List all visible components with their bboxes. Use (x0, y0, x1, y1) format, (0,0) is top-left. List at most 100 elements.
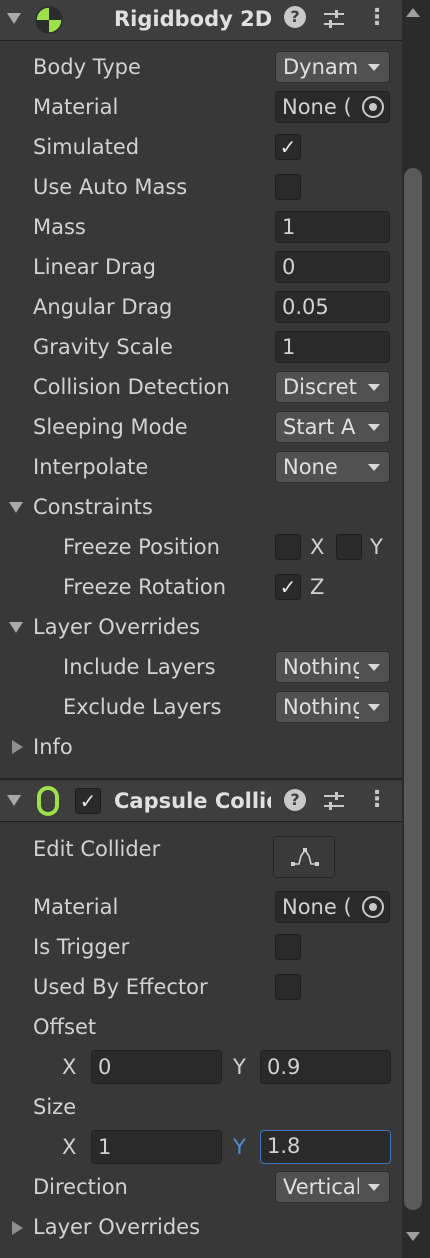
row-mass: Mass 1 (0, 208, 400, 248)
size-y-field[interactable]: 1.8 (260, 1130, 391, 1164)
more-options-icon[interactable]: ⋮ (366, 5, 388, 30)
info-foldout-arrow[interactable] (12, 740, 23, 754)
scrollbar-thumb[interactable] (404, 168, 422, 1210)
size-x-label[interactable]: X (62, 1135, 76, 1159)
row-capsule-layer-overrides[interactable]: Layer Overrides (0, 1208, 400, 1248)
material-value: None ( (282, 95, 352, 119)
capsule-material-object-field[interactable]: None ( (275, 891, 390, 923)
row-freeze-position: Freeze Position X Y (0, 528, 400, 568)
scrollbar-down-arrow[interactable] (406, 1232, 420, 1241)
mass-field[interactable]: 1 (275, 211, 390, 243)
row-info[interactable]: Info (0, 728, 400, 768)
edit-collider-button[interactable] (273, 836, 335, 878)
offset-x-label[interactable]: X (62, 1055, 76, 1079)
chevron-down-icon (359, 412, 389, 442)
freeze-position-label: Freeze Position (63, 535, 220, 559)
constraints-label: Constraints (33, 495, 153, 519)
row-edit-collider: Edit Collider (0, 830, 400, 880)
angular-drag-label: Angular Drag (33, 295, 173, 319)
layer-overrides-foldout-arrow[interactable] (9, 622, 23, 633)
interpolate-dropdown[interactable]: None (275, 451, 390, 483)
capsule-enabled-checkbox[interactable]: ✓ (75, 788, 101, 814)
edit-collider-icon (291, 848, 319, 866)
freeze-rotation-z-checkbox[interactable]: ✓ (275, 574, 301, 600)
rigidbody-title: Rigidbody 2D (114, 7, 273, 31)
object-picker-icon[interactable] (357, 892, 389, 922)
row-layer-overrides[interactable]: Layer Overrides (0, 608, 400, 648)
exclude-layers-label: Exclude Layers (63, 695, 222, 719)
freeze-position-x-label: X (310, 535, 325, 559)
row-offset: Offset (0, 1008, 400, 1048)
row-constraints[interactable]: Constraints (0, 488, 400, 528)
size-y-label[interactable]: Y (233, 1135, 246, 1159)
material-object-field[interactable]: None ( (275, 91, 390, 123)
gravity-scale-label: Gravity Scale (33, 335, 173, 359)
used-by-effector-checkbox[interactable] (275, 974, 301, 1000)
offset-y-field[interactable]: 0.9 (260, 1050, 391, 1084)
chevron-down-icon (359, 452, 389, 482)
exclude-layers-dropdown[interactable]: Nothing (275, 691, 390, 723)
simulated-label: Simulated (33, 135, 140, 159)
is-trigger-checkbox[interactable] (275, 934, 301, 960)
sliders-icon[interactable] (322, 789, 346, 813)
mass-label: Mass (33, 215, 86, 239)
use-auto-mass-label: Use Auto Mass (33, 175, 188, 199)
body-type-value: Dynam (283, 55, 359, 79)
constraints-foldout-arrow[interactable] (9, 502, 23, 513)
linear-drag-field[interactable]: 0 (275, 251, 390, 283)
direction-label: Direction (33, 1175, 128, 1199)
sleeping-mode-value: Start A (283, 415, 356, 439)
capsule-collider-title: Capsule Collider 2D (114, 789, 271, 813)
object-picker-icon[interactable] (357, 92, 389, 122)
row-size: Size (0, 1088, 400, 1128)
row-use-auto-mass: Use Auto Mass (0, 168, 400, 208)
gravity-scale-field[interactable]: 1 (275, 331, 390, 363)
exclude-layers-value: Nothing (283, 695, 366, 719)
edit-collider-label: Edit Collider (33, 837, 161, 861)
angular-drag-field[interactable]: 0.05 (275, 291, 390, 323)
row-angular-drag: Angular Drag 0.05 (0, 288, 400, 328)
collision-detection-dropdown[interactable]: Discret (275, 371, 390, 403)
use-auto-mass-checkbox[interactable] (275, 174, 301, 200)
row-freeze-rotation: Freeze Rotation ✓ Z (0, 568, 400, 608)
offset-x-field[interactable]: 0 (91, 1050, 222, 1084)
include-layers-value: Nothing (283, 655, 366, 679)
body-type-dropdown[interactable]: Dynam (275, 51, 390, 83)
chevron-down-icon (359, 372, 389, 402)
freeze-position-y-checkbox[interactable] (336, 534, 362, 560)
simulated-checkbox[interactable]: ✓ (275, 134, 301, 160)
freeze-position-x-checkbox[interactable] (275, 534, 301, 560)
capsule-material-value: None ( (282, 895, 352, 919)
capsule-foldout-arrow[interactable] (7, 795, 21, 806)
used-by-effector-label: Used By Effector (33, 975, 208, 999)
row-body-type: Body Type Dynam (0, 48, 400, 88)
include-layers-dropdown[interactable]: Nothing (275, 651, 390, 683)
is-trigger-label: Is Trigger (33, 935, 130, 959)
capsule-collider-header[interactable]: ✓ Capsule Collider 2D ? ⋮ (0, 781, 402, 822)
sleeping-mode-dropdown[interactable]: Start A (275, 411, 390, 443)
capsule-layer-overrides-foldout-arrow[interactable] (12, 1221, 23, 1235)
direction-dropdown[interactable]: Vertical (275, 1171, 390, 1203)
row-size-values: X 1 Y 1.8 (0, 1128, 400, 1168)
row-exclude-layers: Exclude Layers Nothing (0, 688, 400, 728)
sliders-icon[interactable] (322, 7, 346, 31)
body-type-label: Body Type (33, 55, 141, 79)
size-x-field[interactable]: 1 (91, 1130, 222, 1164)
scrollbar-up-arrow[interactable] (406, 8, 420, 17)
offset-y-label[interactable]: Y (233, 1055, 246, 1079)
row-interpolate: Interpolate None (0, 448, 400, 488)
row-offset-values: X 0 Y 0.9 (0, 1048, 400, 1088)
row-include-layers: Include Layers Nothing (0, 648, 400, 688)
help-icon[interactable]: ? (284, 789, 306, 811)
more-options-icon[interactable]: ⋮ (366, 787, 388, 812)
interpolate-label: Interpolate (33, 455, 149, 479)
layer-overrides-label: Layer Overrides (33, 615, 201, 639)
row-linear-drag: Linear Drag 0 (0, 248, 400, 288)
rigidbody-header[interactable]: Rigidbody 2D ? ⋮ (0, 0, 402, 41)
row-collision-detection: Collision Detection Discret (0, 368, 400, 408)
chevron-down-icon (359, 1172, 389, 1202)
row-material: Material None ( (0, 88, 400, 128)
rigidbody-icon (35, 6, 63, 34)
rigidbody-foldout-arrow[interactable] (7, 13, 21, 24)
help-icon[interactable]: ? (284, 6, 306, 28)
